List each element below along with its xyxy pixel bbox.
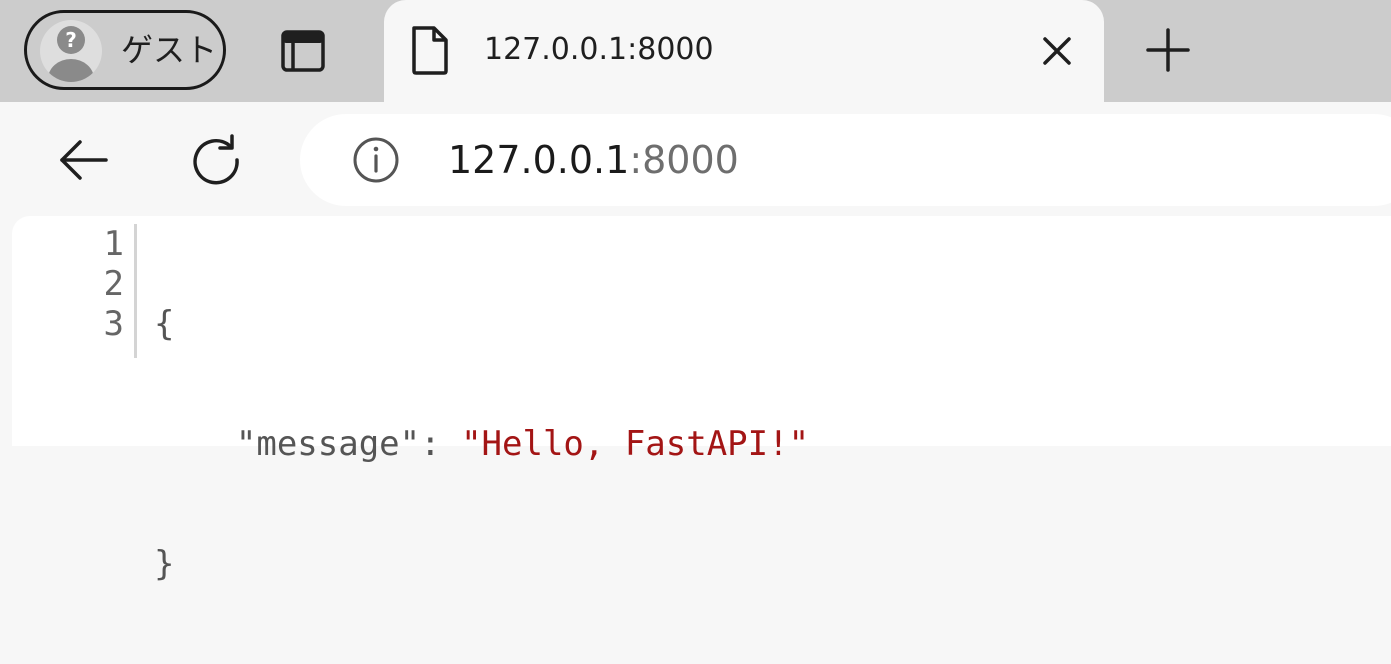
json-code: { "message": "Hello, FastAPI!" } [154,224,809,664]
json-string-value: "Hello, FastAPI!" [461,424,810,464]
code-line: "message": "Hello, FastAPI!" [154,424,809,464]
code-line: { [154,304,809,344]
json-key: "message" [235,424,421,464]
url-text[interactable]: 127.0.0.1:8000 [448,136,739,184]
active-tab[interactable]: 127.0.0.1:8000 [384,0,1104,102]
tab-actions-icon[interactable] [280,28,326,74]
toolbar: 127.0.0.1:8000 [0,102,1391,214]
line-number-gutter: 1 2 3 [12,224,137,358]
line-number: 1 [103,224,124,264]
code-line: } [154,544,809,584]
open-brace: { [154,304,175,344]
new-tab-icon[interactable] [1146,28,1190,72]
url-host: 127.0.0.1 [448,138,630,182]
guest-avatar-icon: ? [40,20,102,82]
line-number: 3 [103,304,124,344]
profile-button[interactable]: ? ゲスト [24,10,226,90]
tab-title: 127.0.0.1:8000 [484,32,714,67]
page-content: 1 2 3 { "message": "Hello, FastAPI!" } [12,216,1391,584]
page-icon [410,25,450,75]
close-tab-icon[interactable] [1038,32,1076,70]
back-arrow-icon[interactable] [58,139,110,181]
address-bar[interactable]: 127.0.0.1:8000 [300,114,1391,206]
site-info-icon[interactable] [352,136,400,184]
url-port: :8000 [629,138,739,182]
tab-strip: ? ゲスト 127.0.0.1:8000 [0,0,1391,102]
line-number: 2 [103,264,124,304]
json-separator: : [420,424,462,464]
reload-icon[interactable] [190,134,242,186]
close-brace: } [154,544,175,584]
profile-name: ゲスト [121,31,218,69]
